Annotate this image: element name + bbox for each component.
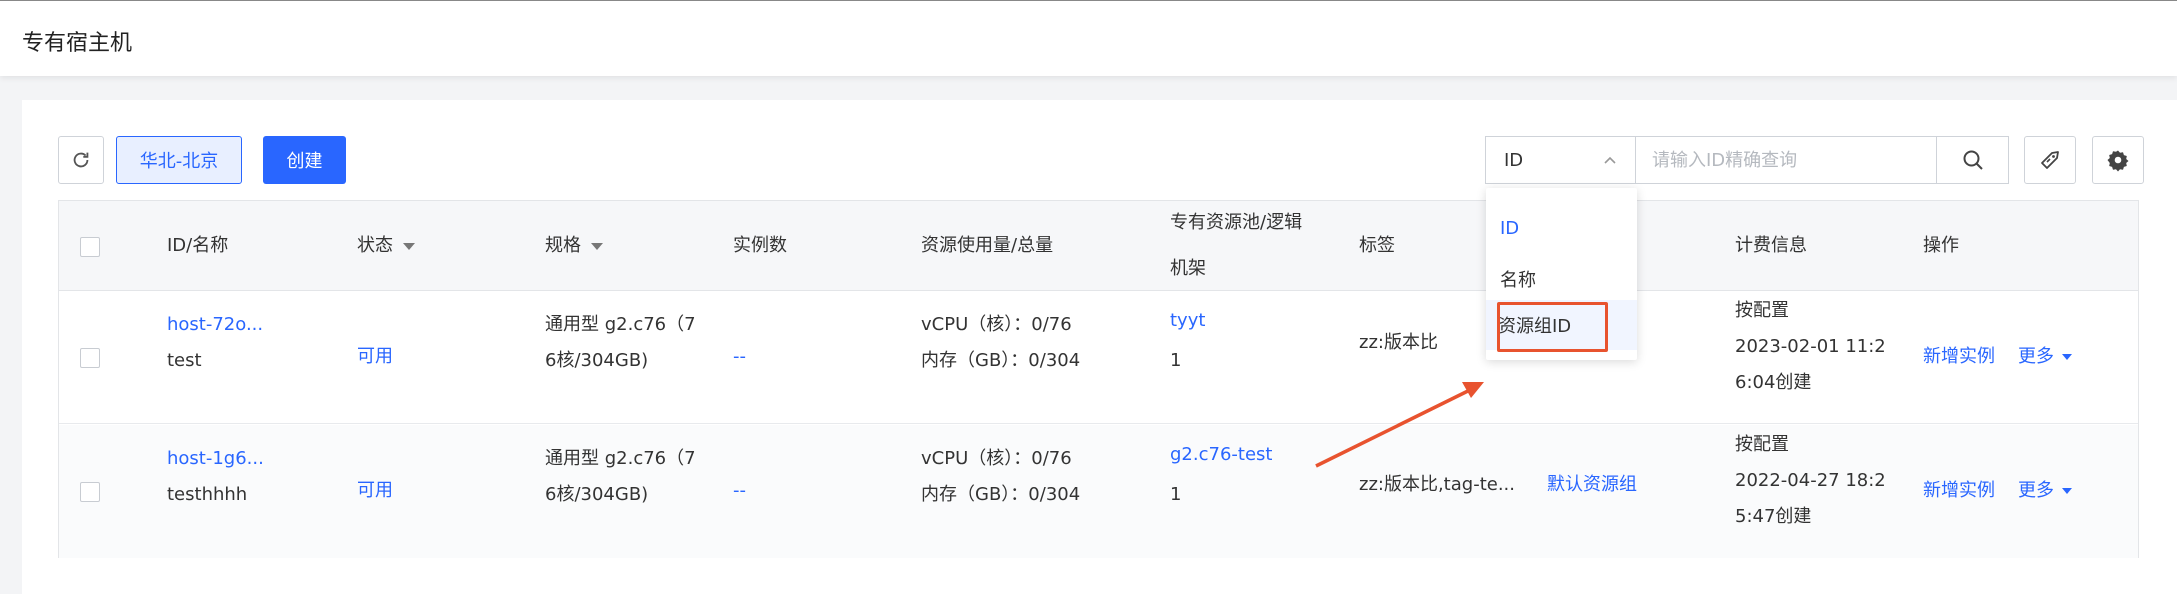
chevron-down-icon [2062,354,2072,360]
created-time-line2: 5:47创建 [1735,506,1812,527]
spec-line1: 通用型 g2.c76（7 [545,314,696,335]
col-instances: 实例数 [733,235,787,256]
chevron-down-icon [2062,488,2072,494]
col-usage: 资源使用量/总量 [921,235,1054,256]
host-table: ID/名称 状态 规格 实例数 资源使用量/总量 专有资源池/逻辑 机架 标签 … [58,200,2139,558]
chevron-up-icon [1604,156,1616,164]
col-pool-line2: 机架 [1170,258,1206,279]
gear-icon [2107,150,2129,172]
host-id-link[interactable]: host-72o... [167,307,263,343]
highlight-box [1497,302,1608,352]
col-spec-label: 规格 [545,235,581,256]
pool-link[interactable]: g2.c76-test [1170,437,1272,473]
tags-value: zz:版本比,tag-te... [1359,474,1515,495]
rack-value: 1 [1170,484,1182,505]
more-actions-link[interactable]: 更多 [2018,473,2072,509]
col-tags: 标签 [1359,235,1395,256]
dropdown-option-id[interactable]: ID [1500,218,1519,239]
spec-line2: 6核/304GB) [545,350,649,371]
host-id-link[interactable]: host-1g6... [167,441,264,477]
table-row: host-1g6... testhhhh 可用 通用型 g2.c76（7 6核/… [59,425,2138,558]
col-billing: 计费信息 [1735,235,1807,256]
new-instance-link[interactable]: 新增实例 [1923,339,1995,375]
settings-button[interactable] [2092,136,2144,184]
instance-count[interactable]: -- [733,339,746,375]
top-bar: 专有宿主机 [0,0,2177,76]
refresh-icon [73,152,89,168]
main-panel: 华北-北京 创建 ID ID/ [22,100,2177,594]
col-pool-line1: 专有资源池/逻辑 [1170,212,1303,233]
vcpu-usage: vCPU（核）：0/76 [921,314,1072,335]
search-button[interactable] [1937,136,2009,184]
status-value: 可用 [357,346,393,367]
search-field-value: ID [1504,149,1524,171]
billing-mode: 按配置 [1735,300,1789,321]
table-header: ID/名称 状态 规格 实例数 资源使用量/总量 专有资源池/逻辑 机架 标签 … [59,201,2138,291]
host-name: testhhhh [167,484,248,505]
more-label: 更多 [2018,346,2054,367]
tag-button[interactable] [2024,136,2076,184]
rack-value: 1 [1170,350,1182,371]
filter-caret-icon [591,242,603,250]
col-actions: 操作 [1923,235,1959,256]
status-value: 可用 [357,480,393,501]
select-all-checkbox[interactable] [80,237,100,257]
tag-edit-icon [2041,151,2059,169]
new-instance-link[interactable]: 新增实例 [1923,473,1995,509]
memory-usage: 内存（GB）：0/304 [921,350,1081,371]
search-input[interactable] [1635,136,1937,184]
col-id-name: ID/名称 [167,235,229,256]
created-time-line1: 2023-02-01 11:2 [1735,336,1886,357]
memory-usage: 内存（GB）：0/304 [921,484,1081,505]
row-checkbox[interactable] [80,348,100,368]
filter-caret-icon [403,242,415,250]
create-button[interactable]: 创建 [263,136,346,184]
instance-count[interactable]: -- [733,473,746,509]
host-name: test [167,350,202,371]
table-row: host-72o... test 可用 通用型 g2.c76（7 6核/304G… [59,291,2138,424]
dropdown-option-name[interactable]: 名称 [1500,266,1536,292]
tags-value: zz:版本比 [1359,332,1438,353]
refresh-button[interactable] [58,136,104,184]
created-time-line1: 2022-04-27 18:2 [1735,470,1886,491]
search-field-select[interactable]: ID [1485,136,1635,184]
billing-mode: 按配置 [1735,434,1789,455]
spec-line2: 6核/304GB) [545,484,649,505]
more-label: 更多 [2018,480,2054,501]
col-status[interactable]: 状态 [357,228,415,264]
region-button[interactable]: 华北-北京 [116,136,242,184]
pool-link[interactable]: tyyt [1170,303,1205,339]
resource-group-link[interactable]: 默认资源组 [1547,467,1637,503]
more-actions-link[interactable]: 更多 [2018,339,2072,375]
col-status-label: 状态 [357,235,393,256]
search-group: ID [1485,136,2009,184]
created-time-line2: 6:04创建 [1735,372,1812,393]
row-checkbox[interactable] [80,482,100,502]
col-spec[interactable]: 规格 [545,228,603,264]
vcpu-usage: vCPU（核）：0/76 [921,448,1072,469]
page-title: 专有宿主机 [22,31,133,56]
search-icon [1963,150,1983,170]
spec-line1: 通用型 g2.c76（7 [545,448,696,469]
